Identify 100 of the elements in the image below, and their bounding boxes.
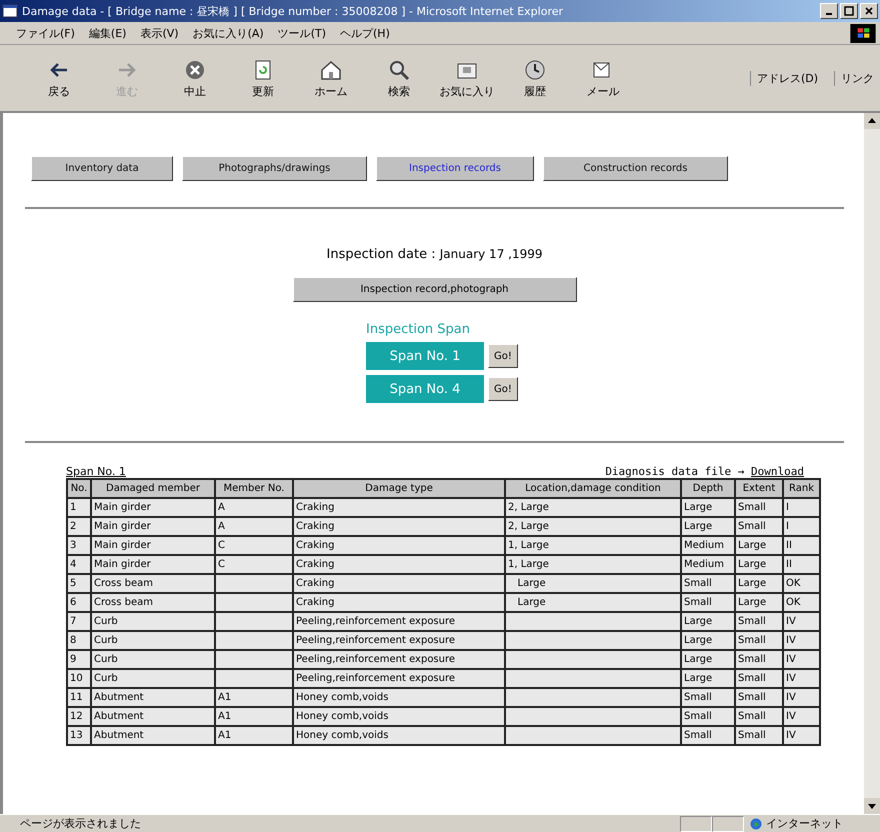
table-cell: Small [681, 726, 735, 745]
table-cell: Curb [91, 612, 215, 631]
nav-tab[interactable]: Inventory data [31, 156, 173, 181]
toolbar-button[interactable]: メール [574, 58, 632, 98]
window-title: Damage data - [ Bridge name : 昼宋橋 ] [ Bridge number : 35008208 ] - Microsoft Internet Explorer [22, 4, 564, 18]
browser-icon [2, 3, 18, 19]
inspection-record-button[interactable]: Inspection record,photograph [292, 277, 576, 302]
zone-label: インターネット [766, 816, 843, 831]
status-text: ページが表示されました [19, 816, 142, 831]
table-cell: Curb [91, 631, 215, 650]
table-cell: Large [735, 593, 783, 612]
menu-item[interactable]: 表示(V) [140, 26, 179, 40]
table-cell: 8 [67, 631, 91, 650]
nav-tab[interactable]: Construction records [543, 156, 728, 181]
table-cell: Large [681, 650, 735, 669]
table-cell: Main girder [91, 517, 215, 536]
table-cell: Small [735, 726, 783, 745]
table-cell: A1 [215, 707, 293, 726]
table-cell: Honey comb,voids [293, 707, 505, 726]
table-cell: C [215, 555, 293, 574]
go-button[interactable]: Go! [488, 377, 518, 401]
table-cell: Main girder [91, 536, 215, 555]
go-button[interactable]: Go! [488, 344, 518, 368]
scroll-down-icon[interactable] [864, 798, 880, 814]
table-cell: 1 [67, 498, 91, 517]
column-header: No. [67, 479, 91, 498]
table-cell: II [783, 536, 820, 555]
span-heading: Inspection Span [366, 322, 470, 337]
date-label: Inspection date : [326, 247, 436, 262]
table-cell: Cross beam [91, 593, 215, 612]
close-icon [864, 6, 874, 16]
table-cell: Large [681, 669, 735, 688]
table-cell: Craking [293, 574, 505, 593]
table-cell: Small [735, 517, 783, 536]
status-pane [680, 816, 712, 832]
span-label: Span No. 1 [366, 342, 484, 370]
table-cell: Small [735, 631, 783, 650]
toolbar-button[interactable]: 更新 [234, 58, 292, 98]
minimize-button[interactable] [820, 3, 838, 19]
menu-item[interactable]: お気に入り(A) [192, 26, 264, 40]
table-cell: A [215, 498, 293, 517]
toolbar-button[interactable]: 検索 [370, 58, 428, 98]
menu-item[interactable]: 編集(E) [88, 26, 126, 40]
table-cell: 5 [67, 574, 91, 593]
date-value: January 17 ,1999 [440, 247, 542, 261]
diagnosis-label: Diagnosis data file → [605, 465, 744, 478]
table-cell: Small [735, 612, 783, 631]
menu-item[interactable]: ファイル(F) [16, 26, 75, 40]
table-cell: OK [783, 593, 820, 612]
table-cell: Peeling,reinforcement exposure [293, 669, 505, 688]
toolbar-button[interactable]: 戻る [30, 58, 88, 98]
table-cell: Craking [293, 498, 505, 517]
toolbar-button[interactable]: 中止 [166, 58, 224, 98]
menu-item[interactable]: ツール(T) [278, 26, 326, 40]
download-link[interactable]: Download [751, 465, 804, 478]
toolbar-button[interactable]: お気に入り [438, 58, 496, 98]
table-cell: Small [681, 574, 735, 593]
table-cell: Abutment [91, 726, 215, 745]
table-cell: Large [735, 574, 783, 593]
table-cell: Large [735, 555, 783, 574]
table-cell: IV [783, 688, 820, 707]
column-header: Rank [783, 479, 820, 498]
table-cell: Peeling,reinforcement exposure [293, 612, 505, 631]
table-cell: IV [783, 669, 820, 688]
table-cell: Large [681, 631, 735, 650]
table-cell: 7 [67, 612, 91, 631]
links-label[interactable]: リンク [834, 70, 880, 86]
maximize-button[interactable] [840, 3, 858, 19]
table-cell: IV [783, 650, 820, 669]
close-button[interactable] [860, 3, 878, 19]
table-cell: Peeling,reinforcement exposure [293, 650, 505, 669]
toolbar-button[interactable]: 履歴 [506, 58, 564, 98]
table-cell: Abutment [91, 688, 215, 707]
table-cell: Abutment [91, 707, 215, 726]
column-header: Extent [735, 479, 783, 498]
table-cell: 12 [67, 707, 91, 726]
table-cell: Medium [681, 536, 735, 555]
menu-item[interactable]: ヘルプ(H) [340, 26, 390, 40]
windows-logo-icon [850, 24, 876, 42]
span-label: Span No. 4 [366, 375, 484, 403]
table-cell: Large [681, 517, 735, 536]
toolbar-button[interactable]: ホーム [302, 58, 360, 98]
table-cell: 13 [67, 726, 91, 745]
scroll-up-icon[interactable] [864, 113, 880, 129]
address-label[interactable]: アドレス(D) [750, 70, 824, 86]
table-cell: 11 [67, 688, 91, 707]
table-cell: Small [681, 593, 735, 612]
vertical-scrollbar[interactable] [864, 113, 880, 814]
span-title: Span No. 1 [66, 465, 126, 478]
nav-tab[interactable]: Inspection records [376, 156, 534, 181]
table-cell: Medium [681, 555, 735, 574]
table-cell: Small [735, 707, 783, 726]
table-cell: Small [681, 707, 735, 726]
table-cell: Large [681, 612, 735, 631]
table-cell: Honey comb,voids [293, 726, 505, 745]
nav-tab[interactable]: Photographs/drawings [182, 156, 367, 181]
table-cell: Main girder [91, 555, 215, 574]
maximize-icon [844, 6, 854, 16]
table-cell: Craking [293, 593, 505, 612]
table-cell: Small [735, 498, 783, 517]
